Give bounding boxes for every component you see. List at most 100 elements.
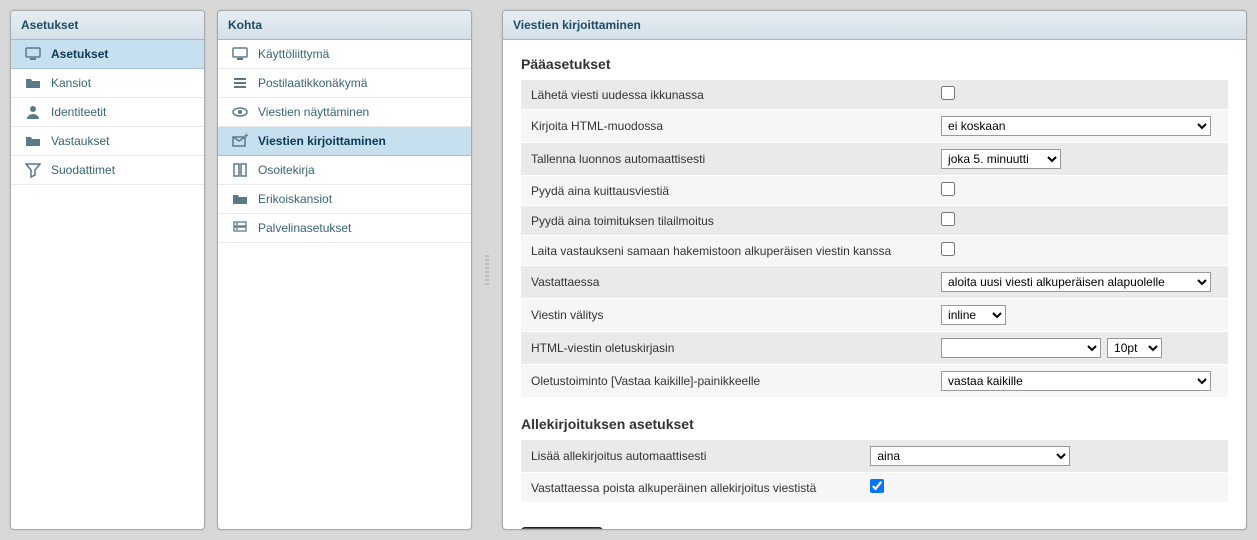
settings-nav-item-label: Suodattimet [51,163,115,177]
monitor-icon [232,46,248,62]
setting-row: Oletustoiminto [Vastaa kaikille]-painikk… [521,365,1228,398]
save-button[interactable]: Tallenna [521,527,603,529]
setting-checkbox[interactable] [941,212,955,226]
section-nav-item[interactable]: Osoitekirja [218,156,471,185]
settings-nav-title: Asetukset [11,11,204,40]
setting-row: Laita vastaukseni samaan hakemistoon alk… [521,236,1228,266]
setting-label: Kirjoita HTML-muodossa [521,110,931,143]
splitter-handle[interactable] [484,10,490,530]
settings-nav-item-label: Vastaukset [51,134,109,148]
envelope-plus-icon: + [232,133,248,149]
app-layout: Asetukset Asetukset Kansiot Identiteetit Va… [10,10,1247,530]
section-nav-list: Käyttöliittymä Postilaatikkonäkymä Viestie… [218,40,471,243]
setting-row: Pyydä aina kuittausviestiä [521,176,1228,206]
setting-input-cell: 10pt [931,332,1228,365]
setting-input-cell [931,236,1228,266]
setting-label: Pyydä aina kuittausviestiä [521,176,931,206]
setting-row: Vastattaessa poista alkuperäinen allekir… [521,473,1228,503]
setting-row: Lisää allekirjoitus automaattisesti aina [521,440,1228,473]
setting-label: Lisää allekirjoitus automaattisesti [521,440,860,473]
setting-label: HTML-viestin oletuskirjasin [521,332,931,365]
setting-checkbox[interactable] [941,86,955,100]
setting-select[interactable]: aloita uusi viesti alkuperäisen alapuole… [941,272,1211,292]
setting-row: Lähetä viesti uudessa ikkunassa [521,80,1228,110]
setting-select[interactable]: inline [941,305,1006,325]
settings-nav-item-label: Asetukset [51,47,108,61]
font-size-select[interactable]: 10pt [1107,338,1162,358]
setting-label: Vastattaessa [521,266,931,299]
setting-checkbox[interactable] [941,242,955,256]
setting-input-cell: joka 5. minuutti [931,143,1228,176]
settings-nav-item[interactable]: Identiteetit [11,98,204,127]
button-bar: Tallenna [521,521,1228,529]
person-icon [25,104,41,120]
content-title: Viestien kirjoittaminen [503,11,1246,40]
settings-nav-item[interactable]: Kansiot [11,69,204,98]
folder-icon [25,133,41,149]
settings-nav-item[interactable]: Asetukset [11,40,204,69]
setting-label: Lähetä viesti uudessa ikkunassa [521,80,931,110]
main-settings-heading: Pääasetukset [521,56,1228,72]
section-nav-item-label: Postilaatikkonäkymä [258,76,367,90]
setting-row: Vastattaessa aloita uusi viesti alkuperäi… [521,266,1228,299]
setting-input-cell: aina [860,440,1228,473]
settings-nav-item-label: Kansiot [51,76,91,90]
folder-icon [25,75,41,91]
setting-row: Viestin välitys inline [521,299,1228,332]
setting-input-cell: vastaa kaikille [931,365,1228,398]
setting-row: Kirjoita HTML-muodossa ei koskaan [521,110,1228,143]
setting-select[interactable]: ei koskaan [941,116,1211,136]
section-nav-item-label: Viestien kirjoittaminen [258,134,386,148]
section-nav-item[interactable]: Postilaatikkonäkymä [218,69,471,98]
section-nav-item[interactable]: Käyttöliittymä [218,40,471,69]
monitor-icon [25,46,41,62]
settings-nav-panel: Asetukset Asetukset Kansiot Identiteetit Va… [10,10,205,530]
setting-input-cell [931,176,1228,206]
setting-label: Vastattaessa poista alkuperäinen allekir… [521,473,860,503]
setting-select[interactable]: joka 5. minuutti [941,149,1061,169]
setting-row: HTML-viestin oletuskirjasin 10pt [521,332,1228,365]
section-nav-item-label: Palvelinasetukset [258,221,351,235]
section-nav-item-label: Erikoiskansiot [258,192,332,206]
server-icon [232,220,248,236]
settings-nav-item-label: Identiteetit [51,105,106,119]
setting-label: Pyydä aina toimituksen tilailmoitus [521,206,931,236]
setting-label: Viestin välitys [521,299,931,332]
funnel-icon [25,162,41,178]
section-nav-item[interactable]: + Viestien kirjoittaminen [218,127,471,156]
section-nav-item-label: Käyttöliittymä [258,47,329,61]
setting-row: Pyydä aina toimituksen tilailmoitus [521,206,1228,236]
font-family-select[interactable] [941,338,1101,358]
setting-select[interactable]: vastaa kaikille [941,371,1211,391]
content-panel: Viestien kirjoittaminen Pääasetukset Läh… [502,10,1247,530]
setting-input-cell [931,80,1228,110]
section-nav-item-label: Viestien näyttäminen [258,105,369,119]
settings-nav-item[interactable]: Vastaukset [11,127,204,156]
setting-input-cell: aloita uusi viesti alkuperäisen alapuole… [931,266,1228,299]
settings-nav-item[interactable]: Suodattimet [11,156,204,185]
section-nav-item-label: Osoitekirja [258,163,315,177]
setting-input-cell: ei koskaan [931,110,1228,143]
setting-label: Laita vastaukseni samaan hakemistoon alk… [521,236,931,266]
setting-checkbox[interactable] [941,182,955,196]
setting-input-cell [931,206,1228,236]
signature-settings-heading: Allekirjoituksen asetukset [521,416,1228,432]
setting-checkbox[interactable] [870,479,884,493]
setting-input-cell [860,473,1228,503]
section-nav-panel: Kohta Käyttöliittymä Postilaatikkonäkymä V… [217,10,472,530]
content-body: Pääasetukset Lähetä viesti uudessa ikkun… [503,40,1246,529]
section-nav-item[interactable]: Viestien näyttäminen [218,98,471,127]
setting-row: Tallenna luonnos automaattisesti joka 5. … [521,143,1228,176]
folder-icon [232,191,248,207]
settings-nav-list: Asetukset Kansiot Identiteetit Vastaukset Su… [11,40,204,185]
eye-icon [232,104,248,120]
main-settings-table: Lähetä viesti uudessa ikkunassaKirjoita … [521,80,1228,398]
setting-label: Oletustoiminto [Vastaa kaikille]-painikk… [521,365,931,398]
section-nav-item[interactable]: Erikoiskansiot [218,185,471,214]
signature-settings-table: Lisää allekirjoitus automaattisesti aina V… [521,440,1228,503]
section-nav-item[interactable]: Palvelinasetukset [218,214,471,243]
setting-select[interactable]: aina [870,446,1070,466]
section-nav-title: Kohta [218,11,471,40]
book-icon [232,162,248,178]
setting-label: Tallenna luonnos automaattisesti [521,143,931,176]
